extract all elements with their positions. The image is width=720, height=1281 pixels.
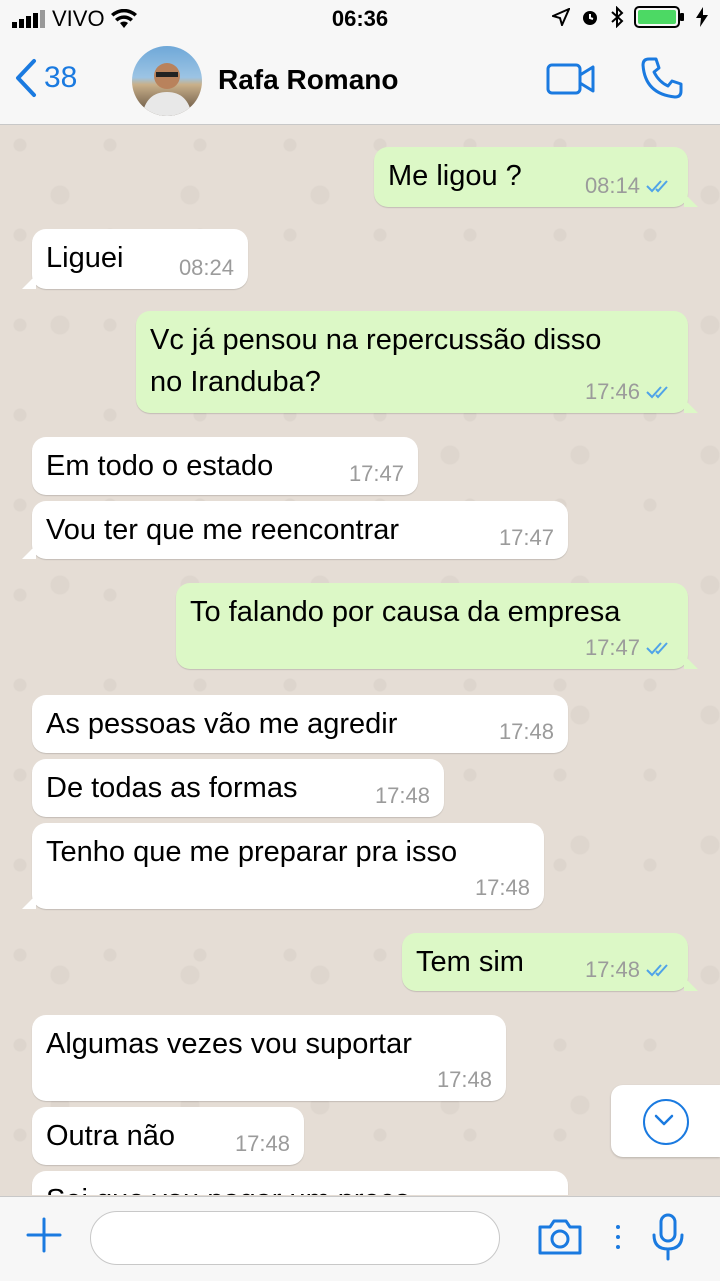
message-text: Tem sim (416, 946, 524, 978)
message-in[interactable]: Algumas vezes vou suportar 17:48 (32, 1015, 506, 1101)
message-text: Liguei (46, 242, 124, 274)
chevron-left-icon (16, 59, 36, 97)
bluetooth-icon (611, 6, 624, 28)
message-time: 17:48 (498, 719, 554, 744)
message-time: 17:48 (374, 783, 430, 808)
message-text: Sei que vou pagar um preço (46, 1179, 410, 1195)
message-text: As pessoas vão me agredir (46, 708, 398, 740)
message-input[interactable] (90, 1211, 500, 1265)
contact-avatar[interactable] (132, 46, 202, 116)
status-right (552, 6, 708, 28)
location-icon (552, 8, 570, 26)
message-text: Me ligou ? (388, 160, 522, 192)
status-bar: VIVO 06:36 (0, 0, 720, 40)
read-ticks-icon (646, 642, 668, 655)
message-in[interactable]: Outra não 17:48 (32, 1107, 304, 1165)
message-time: 17:48 (584, 957, 640, 982)
message-time: 17:48 (436, 1067, 492, 1092)
message-text: Outra não (46, 1120, 175, 1152)
message-text: De todas as formas (46, 772, 298, 804)
microphone-icon[interactable] (650, 1213, 686, 1261)
contact-name[interactable]: Rafa Romano (218, 64, 398, 96)
message-in[interactable]: Tenho que me preparar pra isso 17:48 (22, 823, 544, 909)
message-time: 17:47 (584, 635, 640, 660)
scroll-to-bottom-button[interactable] (611, 1085, 720, 1157)
plus-icon[interactable] (24, 1215, 64, 1255)
charging-icon (696, 7, 708, 27)
back-button[interactable]: 38 (14, 58, 77, 98)
more-dots-icon (616, 1225, 620, 1255)
message-out[interactable]: Me ligou ? 08:14 (374, 147, 698, 207)
message-time: 08:14 (584, 173, 640, 198)
read-ticks-icon (646, 386, 668, 399)
camera-icon[interactable] (536, 1217, 584, 1257)
message-out[interactable]: To falando por causa da empresa 17:47 (176, 583, 698, 669)
message-time: 17:48 (474, 875, 530, 900)
video-call-icon[interactable] (546, 62, 596, 96)
message-text: To falando por causa da empresa (190, 596, 621, 628)
message-text: Tenho que me preparar pra isso (46, 836, 458, 868)
read-ticks-icon (646, 180, 668, 193)
input-bar (0, 1196, 720, 1281)
chat-header: 38 Rafa Romano (0, 40, 720, 125)
back-count: 38 (44, 61, 78, 94)
message-text: Vou ter que me reencontrar (46, 514, 400, 546)
battery-icon (634, 6, 684, 28)
message-time: 17:48 (234, 1131, 290, 1156)
read-ticks-icon (646, 964, 668, 977)
message-text: Vc já pensou na repercussão disso no Ira… (150, 324, 602, 398)
message-time: 17:47 (348, 461, 404, 486)
phone-call-icon[interactable] (640, 56, 684, 100)
alarm-icon (583, 11, 597, 25)
message-text: Em todo o estado (46, 450, 274, 482)
message-time: 17:47 (498, 525, 554, 550)
chat-area[interactable]: Me ligou ? 08:14 Liguei 08:24 Vc já pens… (0, 125, 720, 1195)
chevron-down-icon (654, 1114, 674, 1126)
message-in[interactable]: Sei que vou pagar um preço (32, 1171, 568, 1195)
message-in[interactable]: Liguei 08:24 (22, 229, 248, 289)
message-in[interactable]: Vou ter que me reencontrar 17:47 (22, 501, 568, 559)
message-in[interactable]: De todas as formas 17:48 (32, 759, 444, 817)
message-time: 17:46 (584, 379, 640, 404)
message-in[interactable]: As pessoas vão me agredir 17:48 (32, 695, 568, 753)
message-text: Algumas vezes vou suportar (46, 1028, 412, 1060)
message-in[interactable]: Em todo o estado 17:47 (32, 437, 418, 495)
message-out[interactable]: Vc já pensou na repercussão disso no Ira… (136, 311, 698, 413)
message-out[interactable]: Tem sim 17:48 (402, 933, 698, 991)
message-time: 08:24 (178, 255, 234, 280)
avatar-photo (142, 63, 192, 116)
